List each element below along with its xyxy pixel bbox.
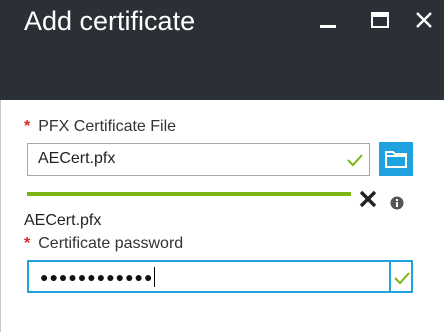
check-icon [347, 154, 363, 167]
required-marker: * [24, 118, 31, 135]
close-icon[interactable] [414, 10, 434, 30]
folder-icon [385, 151, 407, 168]
password-valid-indicator [391, 260, 413, 293]
minimize-icon[interactable] [318, 10, 338, 30]
password-masked-value: ●●●●●●●●●●●● [40, 267, 156, 287]
required-marker: * [24, 235, 31, 252]
password-label-text: Certificate password [38, 235, 184, 252]
text-cursor [154, 267, 156, 287]
check-icon [394, 272, 410, 285]
pfx-file-value: AECert.pfx [38, 150, 116, 167]
pfx-file-input[interactable]: AECert.pfx [27, 143, 370, 176]
upload-progress-fill [27, 192, 351, 196]
cancel-upload-icon[interactable] [358, 189, 378, 209]
maximize-icon[interactable] [370, 10, 390, 30]
pfx-file-label: * PFX Certificate File [24, 117, 176, 137]
password-label: * Certificate password [24, 234, 183, 254]
uploaded-file-name: AECert.pfx [24, 212, 102, 229]
certificate-password-input[interactable]: ●●●●●●●●●●●● [27, 260, 391, 293]
blade-border [0, 100, 1, 332]
browse-file-button[interactable] [379, 142, 413, 176]
pfx-file-label-text: PFX Certificate File [38, 118, 177, 135]
upload-progress-bar [27, 192, 351, 196]
info-icon[interactable] [390, 196, 404, 210]
blade-title: Add certificate [24, 6, 196, 36]
title-bar: Add certificate [0, 0, 444, 100]
